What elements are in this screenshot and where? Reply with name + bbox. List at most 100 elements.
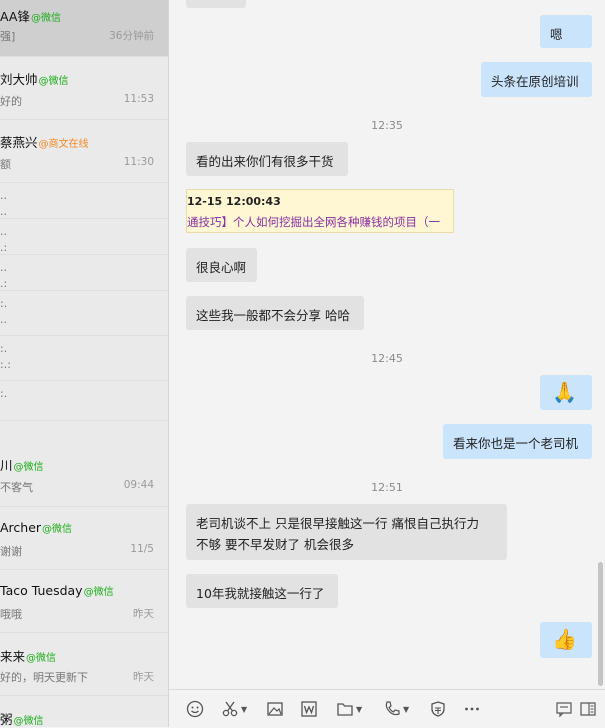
message-bubble-partial [186, 0, 246, 8]
shield-icon[interactable] [429, 699, 447, 719]
message-bubble-in: 看的出来你们有很多干货 [186, 142, 348, 176]
scissors-icon[interactable]: ▼ [221, 699, 247, 719]
chat-preview: :. [0, 342, 8, 355]
chat-time: 11:30 [123, 156, 154, 168]
folder-icon[interactable]: ▼ [336, 699, 362, 719]
timestamp: 12:35 [371, 119, 403, 132]
chat-name: Archer [0, 520, 42, 535]
message-bubble-in: 很良心啊 [186, 248, 257, 282]
source-tag: @商文在线 [38, 139, 89, 150]
chat-preview-2: .: [0, 241, 8, 254]
message-bubble-out: 头条在原创培训 [481, 62, 592, 97]
image-icon[interactable] [266, 699, 284, 719]
chat-preview: 额 [0, 158, 11, 171]
chat-preview-2: :.: [0, 358, 11, 371]
chevron-down-icon: ▼ [356, 704, 363, 714]
chat-item[interactable]: Archer@微信 谢谢 11/5 [0, 507, 168, 570]
chat-item[interactable]: 粥@微信 [0, 696, 168, 727]
source-tag: @微信 [38, 76, 69, 87]
chat-preview-2: .: [0, 277, 8, 290]
smile-icon[interactable] [186, 699, 204, 719]
input-toolbar: ▼ ▼ ▼ [169, 689, 605, 728]
chat-mode-icon[interactable] [555, 699, 573, 719]
source-tag: @微信 [13, 716, 44, 727]
chat-name-row: 来来@微信 [0, 646, 56, 665]
chat-item[interactable]: Taco Tuesday@微信 哦哦 昨天 [0, 570, 168, 633]
chat-time: 09:44 [123, 479, 154, 491]
message-bubble-in: 老司机谈不上 只是很早接触这一行 痛恨自己执行力 不够 要不早发财了 机会很多 [186, 504, 507, 560]
chat-name-row: AA锋@微信 [0, 6, 61, 25]
chat-name: 来来 [0, 649, 26, 664]
chat-name-row: Archer@微信 [0, 520, 72, 535]
chat-preview: 不客气 [0, 481, 33, 494]
chat-preview: 哦哦 [0, 608, 22, 621]
chat-item[interactable]: 来来@微信 好的，明天更新下 昨天 [0, 633, 168, 696]
chat-time: 11:53 [123, 93, 154, 105]
phone-icon[interactable]: ▼ [383, 699, 409, 719]
chat-list-sidebar: AA锋@微信 强] 36分钟前 刘大帅@微信 好的 11:53 蔡燕兴@商文在线… [0, 0, 169, 727]
scrollbar-thumb[interactable] [598, 562, 603, 686]
message-bubble-out: 👍 [540, 622, 592, 658]
chevron-down-icon: ▼ [403, 704, 410, 714]
chat-preview: 谢谢 [0, 545, 22, 558]
chat-name-row: Taco Tuesday@微信 [0, 583, 114, 598]
source-tag: @微信 [13, 462, 44, 473]
chat-preview: 好的，明天更新下 [0, 671, 88, 684]
timestamp: 12:51 [371, 481, 403, 494]
message-bubble-in: 10年我就接触这一行了 [186, 574, 338, 608]
chat-preview: 好的 [0, 95, 22, 108]
chat-time: 11/5 [130, 543, 154, 555]
chat-name: 川 [0, 458, 13, 473]
chat-preview: .. [0, 189, 7, 202]
message-bubble-in: 这些我一般都不会分享 哈哈 [186, 296, 364, 330]
chat-name-row: 粥@微信 [0, 709, 44, 727]
chat-item[interactable]: 刘大帅@微信 好的 11:53 [0, 57, 168, 120]
chat-item[interactable]: .. .. [0, 183, 168, 219]
chat-preview: :. [0, 387, 8, 400]
source-tag: @微信 [42, 524, 73, 535]
card-title: 通技巧】个人如何挖掘出全网各种赚钱的项目（一 [187, 215, 440, 229]
chat-name: Taco Tuesday [0, 583, 83, 598]
source-tag: @微信 [26, 653, 57, 664]
chat-name: 刘大帅 [0, 72, 38, 87]
chat-preview-2: .. [0, 313, 7, 326]
chat-item[interactable]: .. .: [0, 219, 168, 255]
chat-window: 嗯 头条在原创培训 12:35 看的出来你们有很多干货 12-15 12:00:… [169, 0, 605, 727]
chat-time: 昨天 [133, 671, 154, 683]
pray-emoji-icon: 🙏 [552, 380, 577, 404]
chat-item[interactable]: :. :.: [0, 336, 168, 381]
chat-item[interactable]: 川@微信 不客气 09:44 [0, 421, 168, 507]
more-icon[interactable] [463, 699, 481, 719]
card-time: 12-15 12:00:43 [187, 195, 281, 208]
message-line: 不够 要不早发财了 机会很多 [196, 537, 354, 552]
message-line: 老司机谈不上 只是很早接触这一行 痛恨自己执行力 [196, 516, 479, 531]
message-bubble-out: 🙏 [540, 375, 592, 410]
chat-item[interactable]: AA锋@微信 强] 36分钟前 [0, 0, 168, 57]
link-card[interactable]: 12-15 12:00:43 通技巧】个人如何挖掘出全网各种赚钱的项目（一 [186, 189, 454, 233]
chat-name-row: 刘大帅@微信 [0, 69, 69, 88]
message-bubble-out: 嗯 [540, 15, 592, 48]
chat-name: 粥 [0, 712, 13, 727]
source-tag: @微信 [30, 13, 61, 24]
chat-item[interactable]: :. [0, 381, 168, 421]
thumbs-up-emoji-icon: 👍 [552, 627, 577, 651]
chat-name-row: 蔡燕兴@商文在线 [0, 132, 89, 151]
chat-preview: 强] [0, 30, 16, 43]
sidebar-toggle-icon[interactable] [579, 699, 597, 719]
chat-name-row: 川@微信 [0, 455, 44, 474]
chat-preview: .. [0, 261, 7, 274]
chat-name: AA锋 [0, 9, 30, 24]
chat-preview: .. [0, 225, 7, 238]
chat-item[interactable]: .. .: [0, 255, 168, 291]
chat-item[interactable]: 蔡燕兴@商文在线 额 11:30 [0, 120, 168, 183]
timestamp: 12:45 [371, 352, 403, 365]
chevron-down-icon: ▼ [241, 704, 248, 714]
chat-time: 昨天 [133, 608, 154, 620]
chat-preview-2: .. [0, 205, 7, 218]
source-tag: @微信 [83, 587, 114, 598]
word-icon[interactable] [300, 699, 318, 719]
chat-item[interactable]: :. .. [0, 291, 168, 336]
chat-preview: :. [0, 297, 8, 310]
chat-name: 蔡燕兴 [0, 135, 38, 150]
message-bubble-out: 看来你也是一个老司机 [443, 424, 592, 459]
